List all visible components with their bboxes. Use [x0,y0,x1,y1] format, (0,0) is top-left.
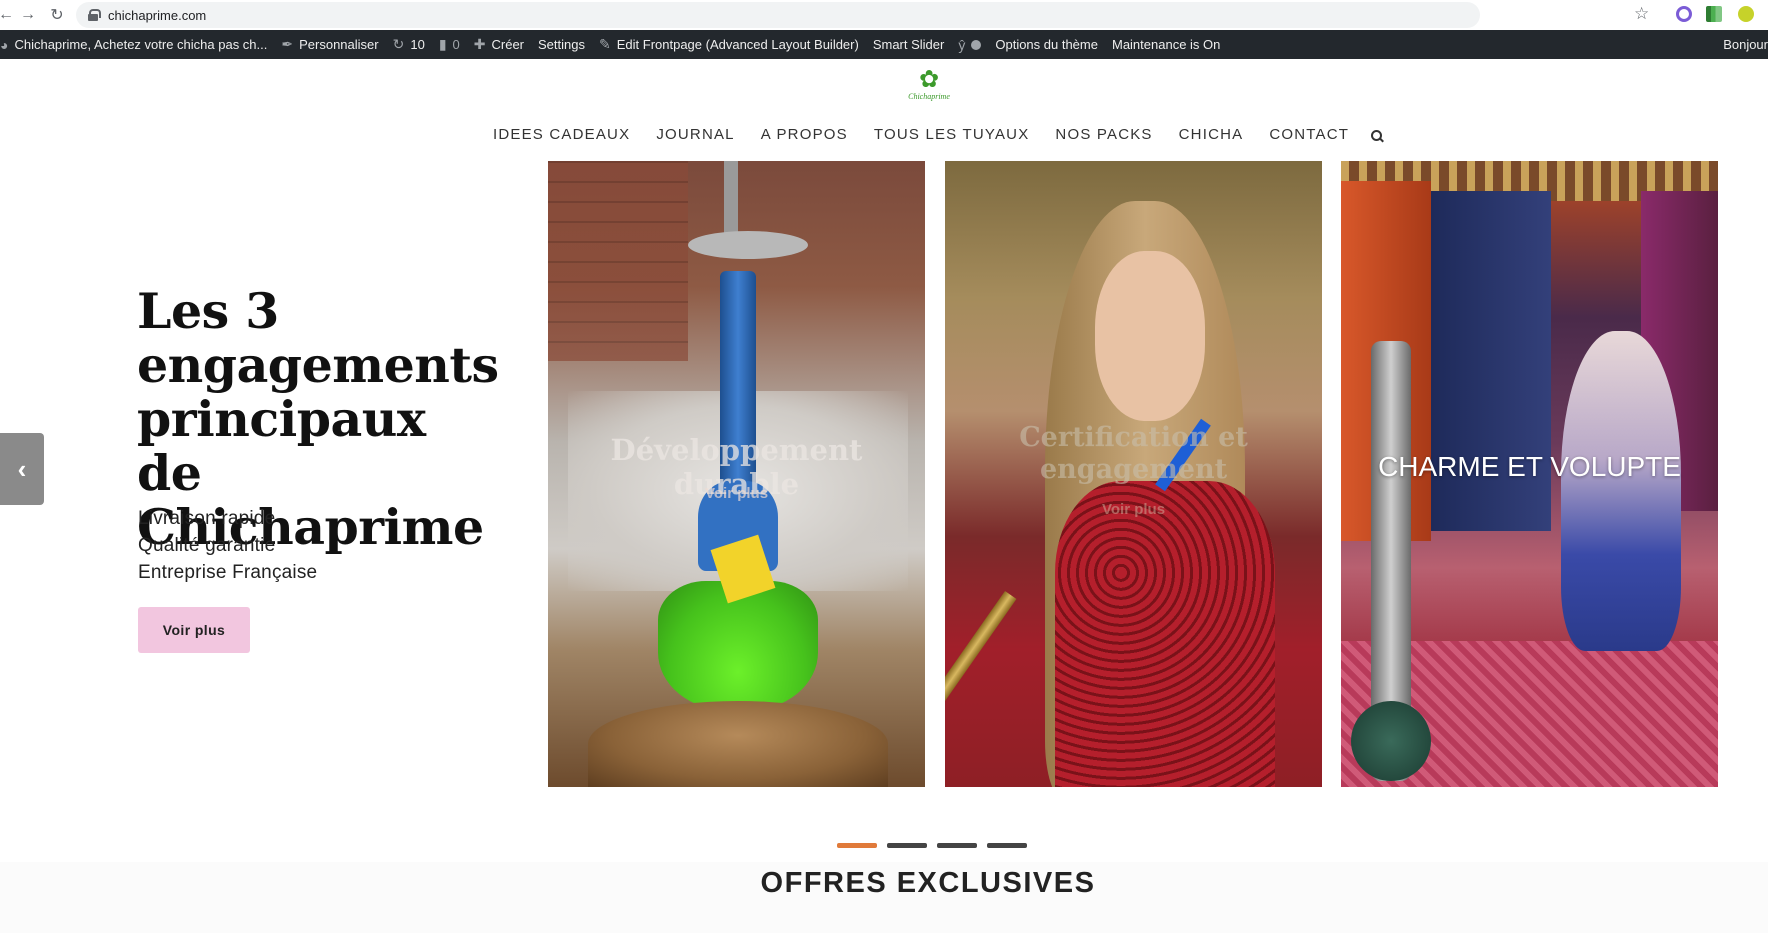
nav-item-contact[interactable]: CONTACT [1256,124,1362,146]
hero-voir-plus-button[interactable]: Voir plus [138,607,250,653]
card-voir-plus-link[interactable]: Voir plus [945,501,1322,518]
admin-create-label: Créer [491,37,525,52]
comments-count: 0 [452,37,460,52]
admin-customize[interactable]: ✒ Personnaliser [274,30,385,59]
nav-item-idees-cadeaux[interactable]: IDEES CADEAUX [480,124,643,146]
brush-icon: ✒ [281,36,294,52]
pencil-icon: ✎ [599,36,611,52]
nav-item-tous-les-tuyaux[interactable]: TOUS LES TUYAUX [861,124,1043,146]
extension-icon[interactable] [1706,6,1722,22]
hero-feature-item: Qualité garantie [138,535,276,556]
plus-icon: ✚ [473,36,486,52]
slider-dot[interactable] [987,843,1027,848]
admin-edit-frontpage[interactable]: ✎ Edit Frontpage (Advanced Layout Builde… [592,30,866,59]
wp-admin-bar: ◕ Chichaprime, Achetez votre chicha pas … [0,30,1768,59]
slider-prev-button[interactable]: ‹ [0,433,44,505]
yoast-icon: ŷ [958,36,966,53]
search-icon[interactable] [1366,124,1388,146]
slide-card-charme-et-volupte[interactable]: CHARME ET VOLUPTE [1341,161,1718,787]
section-title-offres: OFFRES EXCLUSIVES [760,867,1096,899]
nav-item-journal[interactable]: JOURNAL [643,124,747,146]
dashboard-icon: ◕ [0,36,9,53]
nav-item-chicha[interactable]: CHICHA [1166,124,1257,146]
admin-maintenance[interactable]: Maintenance is On [1105,30,1227,59]
admin-greeting[interactable]: Bonjour [1723,30,1768,59]
url-text: chichaprime.com [108,7,207,23]
admin-settings[interactable]: Settings [531,30,592,59]
lock-icon [88,9,101,21]
admin-greeting-label: Bonjour [1723,37,1768,52]
browser-toolbar: ← → ↻ chichaprime.com ☆ [0,0,1768,30]
slide-card-developpement-durable[interactable]: Développement durable Voir plus [548,161,925,787]
logo-text: Chichaprime [908,92,950,101]
admin-customize-label: Personnaliser [299,37,379,52]
admin-site-name[interactable]: ◕ Chichaprime, Achetez votre chicha pas … [0,30,274,59]
extension-icon[interactable] [1738,6,1754,22]
admin-site-name-label: Chichaprime, Achetez votre chicha pas ch… [14,37,268,52]
forward-icon[interactable]: → [16,3,40,27]
admin-settings-label: Settings [538,37,585,52]
bookmark-star-icon[interactable]: ☆ [1634,4,1649,24]
hero-features: Livraison rapide Qualité garantie Entrep… [138,505,317,586]
updates-count: 10 [410,37,425,52]
chevron-left-icon: ‹ [17,453,27,484]
extension-icon[interactable] [1676,6,1692,22]
admin-yoast[interactable]: ŷ [951,30,988,59]
nav-item-a-propos[interactable]: A PROPOS [748,124,861,146]
slider-dot[interactable] [937,843,977,848]
admin-create[interactable]: ✚ Créer [467,30,531,59]
admin-theme-options-label: Options du thème [995,37,1098,52]
card-title: CHARME ET VOLUPTE [1378,451,1681,482]
comment-icon: ▮ [438,36,447,52]
hero-feature-item: Livraison rapide [138,508,276,529]
card-title: Certification et engagement [1019,422,1248,485]
card-voir-plus-link[interactable]: Voir plus [548,485,925,502]
main-navigation: IDEES CADEAUX JOURNAL A PROPOS TOUS LES … [480,124,1388,146]
admin-smart-slider[interactable]: Smart Slider [866,30,952,59]
hero-feature-item: Entreprise Française [138,562,318,583]
site-logo[interactable]: ✿ Chichaprime [905,68,953,110]
admin-theme-options[interactable]: Options du thème [988,30,1105,59]
nav-item-nos-packs[interactable]: NOS PACKS [1042,124,1165,146]
admin-updates[interactable]: ↻ 10 [386,30,432,59]
admin-smart-slider-label: Smart Slider [872,37,945,52]
slider-pagination [837,843,1027,848]
leaf-logo-icon: ✿ [918,66,940,93]
slider-dot[interactable] [837,843,877,848]
slide-card-certification[interactable]: Certification et engagement Voir plus [945,161,1322,787]
slider-dot[interactable] [887,843,927,848]
updates-icon: ↻ [392,36,405,52]
reload-icon[interactable]: ↻ [45,3,69,27]
seo-status-icon [971,39,982,50]
address-bar[interactable]: chichaprime.com [76,2,1480,28]
admin-maintenance-label: Maintenance is On [1111,37,1221,52]
admin-comments[interactable]: ▮ 0 [432,30,467,59]
admin-edit-frontpage-label: Edit Frontpage (Advanced Layout Builder) [616,37,859,52]
